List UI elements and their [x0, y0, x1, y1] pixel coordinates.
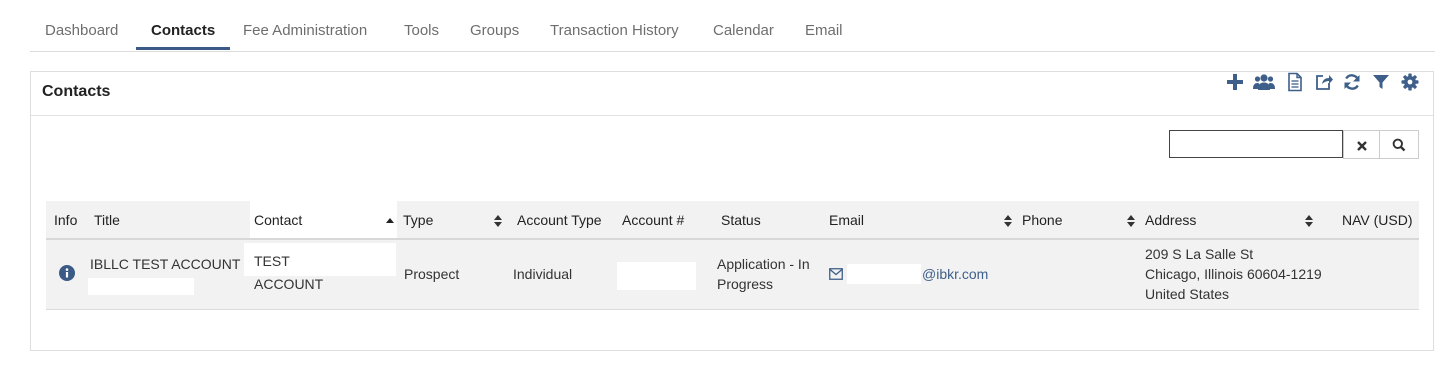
info-icon[interactable] [59, 265, 75, 286]
refresh-icon[interactable] [1342, 72, 1362, 92]
cell-status-line1: Application - In [717, 256, 810, 272]
active-tab-indicator [136, 47, 230, 50]
column-header-type[interactable]: Type [403, 212, 433, 228]
close-icon [1356, 139, 1368, 157]
table-header: Info Title Contact Type Account Type Acc… [46, 201, 1419, 240]
gear-icon[interactable] [1400, 72, 1420, 92]
document-icon[interactable] [1285, 72, 1305, 92]
cell-address-line3: United States [1145, 286, 1230, 302]
column-header-email[interactable]: Email [829, 212, 864, 228]
nav-tabs: Dashboard Contacts Fee Administration To… [30, 0, 1435, 52]
column-header-status[interactable]: Status [721, 212, 761, 228]
table-row[interactable]: IBLLC TEST ACCOUNT TEST ACCOUNT Prospect… [46, 240, 1419, 310]
column-header-nav[interactable]: NAV (USD) [1342, 212, 1413, 228]
cell-address-line1: 209 S La Salle St [1145, 246, 1254, 262]
tab-email[interactable]: Email [805, 22, 843, 39]
contacts-panel: Contacts Info Title Contact Type Account… [30, 71, 1434, 351]
redacted-block [88, 278, 194, 295]
export-icon[interactable] [1314, 72, 1334, 92]
redacted-block [847, 264, 921, 284]
cell-contact-line2: ACCOUNT [254, 276, 324, 292]
column-header-title[interactable]: Title [94, 212, 120, 228]
search-input[interactable] [1169, 130, 1343, 158]
add-icon[interactable] [1225, 72, 1245, 92]
panel-title: Contacts [42, 83, 111, 100]
column-header-account-type[interactable]: Account Type [517, 212, 602, 228]
cell-account-type: Individual [513, 266, 573, 282]
sort-icon[interactable] [494, 214, 502, 227]
tab-transaction-history[interactable]: Transaction History [550, 22, 679, 39]
cell-address-line2: Chicago, Illinois 60604-1219 [1145, 266, 1322, 282]
tab-contacts[interactable]: Contacts [151, 22, 215, 39]
cell-title: IBLLC TEST ACCOUNT [90, 256, 241, 272]
sort-ascending-icon[interactable] [386, 214, 394, 226]
tab-tools[interactable]: Tools [404, 22, 439, 39]
envelope-icon [829, 267, 843, 285]
search-button[interactable] [1380, 130, 1419, 159]
column-header-account-number[interactable]: Account # [622, 212, 684, 228]
sort-icon[interactable] [1127, 214, 1135, 227]
cell-type: Prospect [404, 266, 460, 282]
search-clear-button[interactable] [1343, 130, 1380, 159]
sort-icon[interactable] [1004, 214, 1012, 227]
tab-groups[interactable]: Groups [470, 22, 519, 39]
tab-fee-administration[interactable]: Fee Administration [243, 22, 367, 39]
search-icon [1392, 138, 1406, 157]
filter-icon[interactable] [1371, 72, 1391, 92]
cell-status-line2: Progress [717, 276, 774, 292]
column-header-info: Info [54, 212, 78, 228]
column-header-contact[interactable]: Contact [254, 212, 302, 228]
column-header-phone[interactable]: Phone [1022, 212, 1062, 228]
users-icon[interactable] [1253, 72, 1275, 92]
sort-icon[interactable] [1305, 214, 1313, 227]
tab-calendar[interactable]: Calendar [713, 22, 774, 39]
cell-account-number [617, 262, 696, 290]
email-link[interactable]: @ibkr.com [922, 264, 988, 284]
panel-header: Contacts [31, 72, 1433, 116]
cell-contact-line1: TEST [254, 253, 290, 269]
tab-dashboard[interactable]: Dashboard [45, 22, 118, 39]
column-header-address[interactable]: Address [1145, 212, 1196, 228]
